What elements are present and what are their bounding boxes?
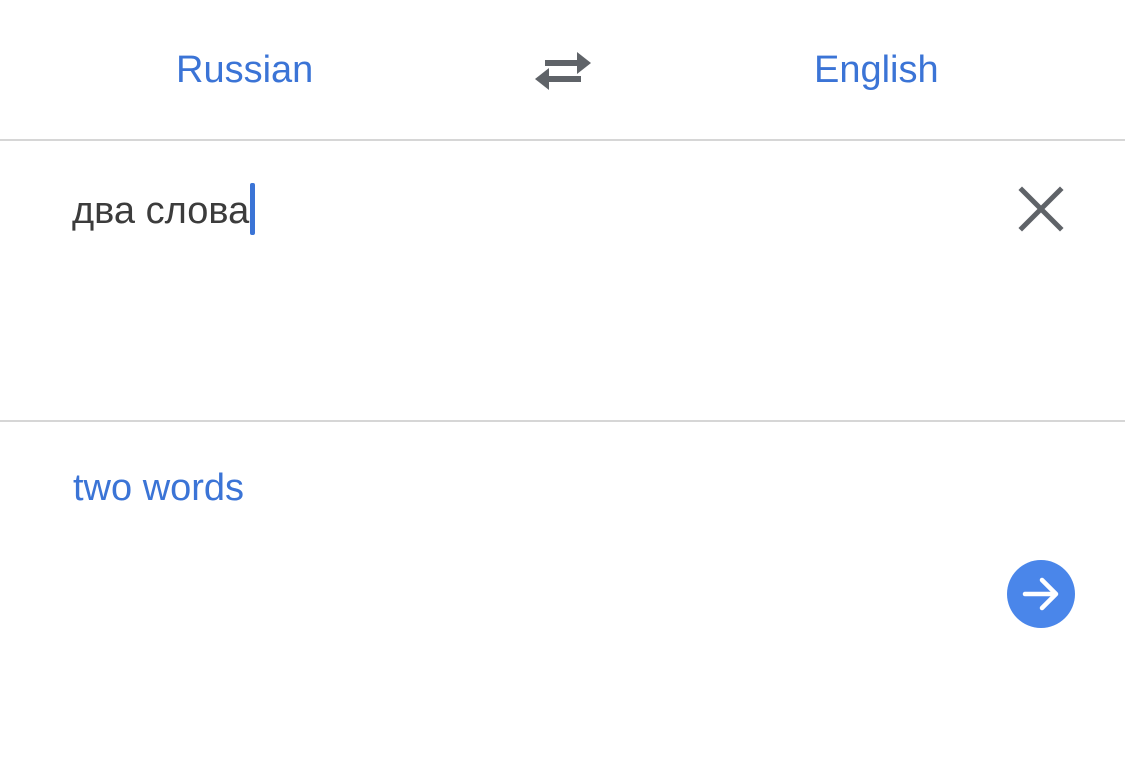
translation-text: two words xyxy=(73,467,245,509)
source-text-value: два слова xyxy=(72,190,250,232)
language-bar: Russian English xyxy=(0,0,1125,141)
target-language-button[interactable]: English xyxy=(814,46,939,94)
source-text-area[interactable]: два слова xyxy=(0,141,1125,422)
close-icon xyxy=(1018,186,1064,232)
clear-text-button[interactable] xyxy=(1016,184,1066,234)
source-text-input[interactable]: два слова xyxy=(72,183,256,235)
swap-arrows-icon xyxy=(535,52,591,90)
translate-submit-button[interactable] xyxy=(1007,560,1075,628)
swap-languages-button[interactable] xyxy=(531,46,595,94)
source-language-button[interactable]: Russian xyxy=(176,46,313,94)
text-caret xyxy=(250,183,256,235)
translation-area: two words xyxy=(0,422,1125,761)
arrow-right-icon xyxy=(1022,577,1059,611)
